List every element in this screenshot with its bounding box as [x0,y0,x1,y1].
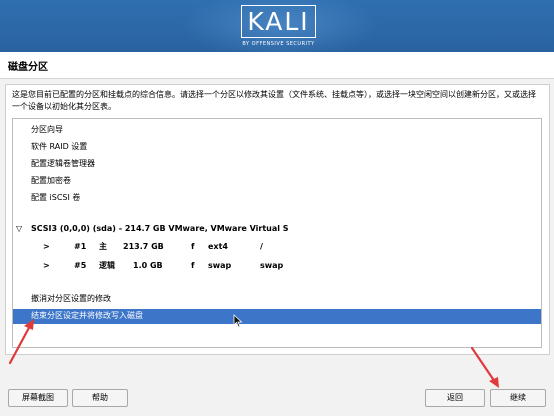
back-button[interactable]: 返回 [425,389,485,407]
partition-mountpoint: swap [260,261,284,270]
title-bar: 磁盘分区 [0,52,554,79]
partition-number: #5 [74,261,87,270]
kali-logo: KALI [241,5,316,38]
partition-size: 1.0 GB [133,261,163,270]
list-item-iscsi[interactable]: 配置 iSCSI 卷 [13,191,541,205]
list-item-undo-changes[interactable]: 撤消对分区设置的修改 [13,292,541,306]
partition-size: 213.7 GB [123,242,164,251]
partition-row-1[interactable]: > #1 主 213.7 GB f ext4 / [13,240,541,254]
list-item-label: 配置 iSCSI 卷 [31,193,81,202]
partition-type: 逻辑 [99,261,115,270]
annotation-arrow-icon [8,319,34,365]
header-banner: KALI BY OFFENSIVE SECURITY [0,0,554,52]
partition-number: #1 [74,242,87,251]
partition-filesystem: ext4 [208,242,228,251]
screenshot-button[interactable]: 屏幕截图 [8,389,68,407]
disk-label: SCSI3 (0,0,0) (sda) - 214.7 GB VMware, V… [31,224,289,233]
partition-type: 主 [99,242,107,251]
list-item-label: 配置加密卷 [31,176,71,185]
list-item-label: 撤消对分区设置的修改 [31,294,111,303]
expand-arrow-icon: > [43,242,50,251]
list-item-label: 分区向导 [31,125,63,134]
disk-row-sda[interactable]: ▽ SCSI3 (0,0,0) (sda) - 214.7 GB VMware,… [13,222,541,236]
annotation-arrow-icon [470,346,499,388]
list-item-software-raid[interactable]: 软件 RAID 设置 [13,140,541,154]
list-item-lvm[interactable]: 配置逻辑卷管理器 [13,157,541,171]
page-description: 这是您目前已配置的分区和挂载点的综合信息。请选择一个分区以修改其设置（文件系统、… [12,90,536,111]
continue-button[interactable]: 继续 [490,389,546,407]
partition-list[interactable]: 分区向导 软件 RAID 设置 配置逻辑卷管理器 配置加密卷 配置 iSCSI … [12,118,542,348]
partition-filesystem: swap [208,261,232,270]
expand-arrow-icon: > [43,261,50,270]
list-item-label: 结束分区设定并将修改写入磁盘 [31,311,143,320]
list-item-finish-partitioning[interactable]: 结束分区设定并将修改写入磁盘 [13,309,541,324]
partition-row-5[interactable]: > #5 逻辑 1.0 GB f swap swap [13,259,541,273]
list-item-encrypted-volumes[interactable]: 配置加密卷 [13,174,541,188]
partition-flag: f [191,261,195,270]
logo-subtitle: BY OFFENSIVE SECURITY [242,41,315,47]
list-item-guided-partitioning[interactable]: 分区向导 [13,123,541,137]
list-item-label: 配置逻辑卷管理器 [31,159,95,168]
list-item-label: 软件 RAID 设置 [31,142,88,151]
partition-mountpoint: / [260,242,263,251]
partition-flag: f [191,242,195,251]
help-button[interactable]: 帮助 [72,389,128,407]
collapse-triangle-icon[interactable]: ▽ [16,222,22,236]
page-title: 磁盘分区 [8,62,48,73]
mouse-cursor-icon [233,314,243,328]
